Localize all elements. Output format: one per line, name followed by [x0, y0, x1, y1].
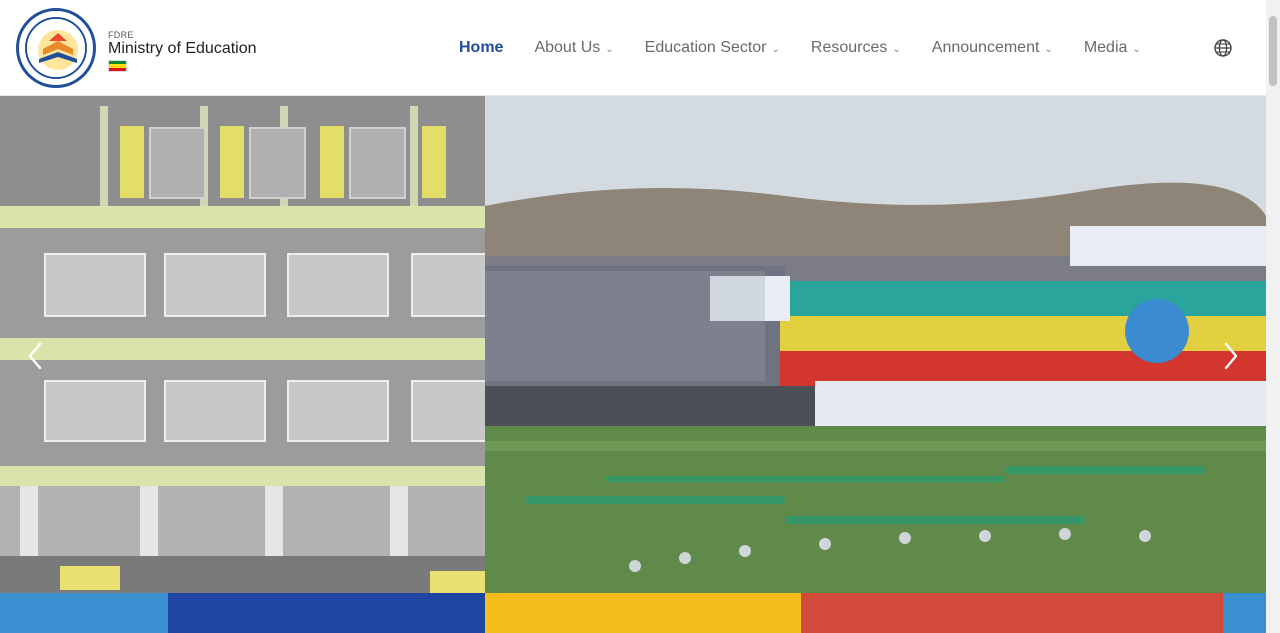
nav-item-home[interactable]: Home: [459, 38, 503, 58]
strip-segment: [0, 593, 168, 633]
scrollbar-thumb[interactable]: [1269, 16, 1277, 86]
ethiopian-flag-icon: [108, 60, 127, 72]
strip-segment: [168, 593, 485, 633]
chevron-down-icon: ⌄: [1044, 43, 1053, 55]
color-strip: [0, 593, 1266, 633]
nav-item-label: Announcement: [931, 39, 1040, 56]
nav-item-label: Resources: [810, 39, 888, 56]
chevron-down-icon: ⌄: [1132, 43, 1141, 55]
brand-prefix: FDRE: [108, 30, 134, 40]
chevron-left-icon[interactable]: [22, 336, 52, 376]
chevron-down-icon: ⌄: [605, 43, 614, 55]
nav-item-media[interactable]: Media ⌄: [1084, 38, 1141, 58]
nav-item-label: Home: [459, 39, 504, 56]
school-building-photo: [0, 96, 488, 593]
chevron-down-icon: ⌄: [892, 43, 901, 55]
chevron-down-icon: ⌄: [771, 43, 780, 55]
brand-name: Ministry of Education: [108, 40, 257, 57]
hero-carousel[interactable]: [0, 96, 1266, 593]
stadium-celebration-photo: [485, 96, 1266, 593]
page-scrollbar[interactable]: [1266, 0, 1280, 633]
main-nav: Home About Us ⌄ Education Sector ⌄ Resou…: [459, 38, 1172, 58]
ministry-logo[interactable]: [16, 8, 96, 88]
nav-item-education-sector[interactable]: Education Sector ⌄: [645, 38, 780, 58]
nav-item-label: Media: [1083, 39, 1128, 56]
brand-block[interactable]: FDRE Ministry of Education: [108, 30, 257, 72]
strip-segment: [485, 593, 801, 633]
nav-item-label: Education Sector: [644, 39, 767, 56]
globe-icon[interactable]: [1213, 38, 1233, 58]
strip-segment: [1223, 593, 1266, 633]
nav-item-label: About Us: [534, 39, 601, 56]
strip-segment: [801, 593, 1223, 633]
site-header: FDRE Ministry of Education Home About Us…: [0, 0, 1266, 96]
nav-item-about-us[interactable]: About Us ⌄: [534, 38, 613, 58]
nav-item-announcement[interactable]: Announcement ⌄: [932, 38, 1053, 58]
chevron-right-icon[interactable]: [1216, 336, 1246, 376]
nav-item-resources[interactable]: Resources ⌄: [811, 38, 901, 58]
